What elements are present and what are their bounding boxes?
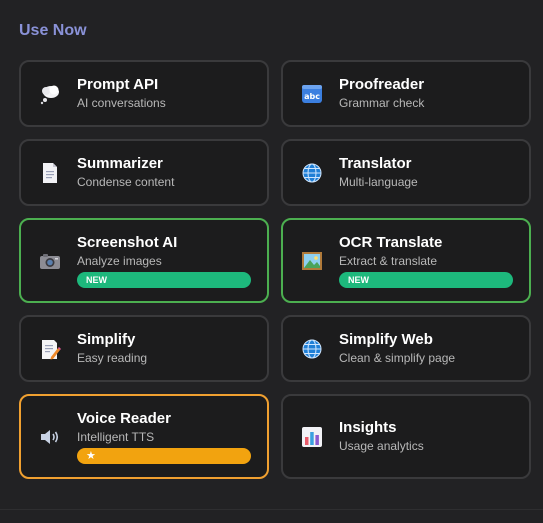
card-translator[interactable]: Translator Multi-language [281,139,531,206]
globe-icon [301,338,323,360]
svg-text:abc: abc [304,92,320,101]
card-title: Prompt API [77,76,159,93]
card-description: Multi-language [339,175,418,189]
card-title: OCR Translate [339,233,443,251]
divider [0,509,543,510]
memo-icon [39,338,61,360]
card-description: Condense content [77,175,175,189]
card-description: Usage analytics [339,439,424,453]
card-voice-reader[interactable]: Voice Reader Intelligent TTS ★ [19,394,269,479]
globe-icon [301,162,323,184]
card-screenshot-ai[interactable]: Screenshot AI Analyze images NEW [19,218,269,303]
camera-icon [39,250,61,272]
card-title: Translator [339,155,412,172]
card-ocr-translate[interactable]: OCR Translate Extract & translate NEW [281,218,531,303]
feature-grid: Prompt API AI conversations abc Proofrea… [19,60,531,479]
card-title: Simplify Web [339,331,433,348]
card-description: Grammar check [339,96,425,110]
card-title: Proofreader [339,76,425,93]
new-badge: NEW [77,271,251,288]
card-title: Insights [339,419,397,436]
thought-bubble-icon [39,83,61,105]
document-icon [39,162,61,184]
card-prompt-api[interactable]: Prompt API AI conversations [19,60,269,127]
card-summarizer[interactable]: Summarizer Condense content [19,139,269,206]
card-description: Extract & translate [339,253,438,268]
framed-picture-icon [301,250,323,272]
card-simplify[interactable]: Simplify Easy reading [19,315,269,382]
speaker-icon [39,426,61,448]
card-description: Clean & simplify page [339,351,456,365]
card-description: Analyze images [77,253,162,268]
card-description: Easy reading [77,351,148,365]
bar-chart-icon [301,426,323,448]
card-insights[interactable]: Insights Usage analytics [281,394,531,479]
card-description: Intelligent TTS [77,429,155,444]
card-description: AI conversations [77,96,166,110]
card-title: Simplify [77,331,136,348]
new-badge: NEW [339,271,513,288]
card-title: Voice Reader [77,409,171,427]
card-proofreader[interactable]: abc Proofreader Grammar check [281,60,531,127]
card-title: Summarizer [77,155,163,172]
card-title: Screenshot AI [77,233,178,251]
card-simplify-web[interactable]: Simplify Web Clean & simplify page [281,315,531,382]
section-title: Use Now [19,22,87,39]
abc-icon: abc [301,83,323,105]
star-badge: ★ [77,447,251,464]
